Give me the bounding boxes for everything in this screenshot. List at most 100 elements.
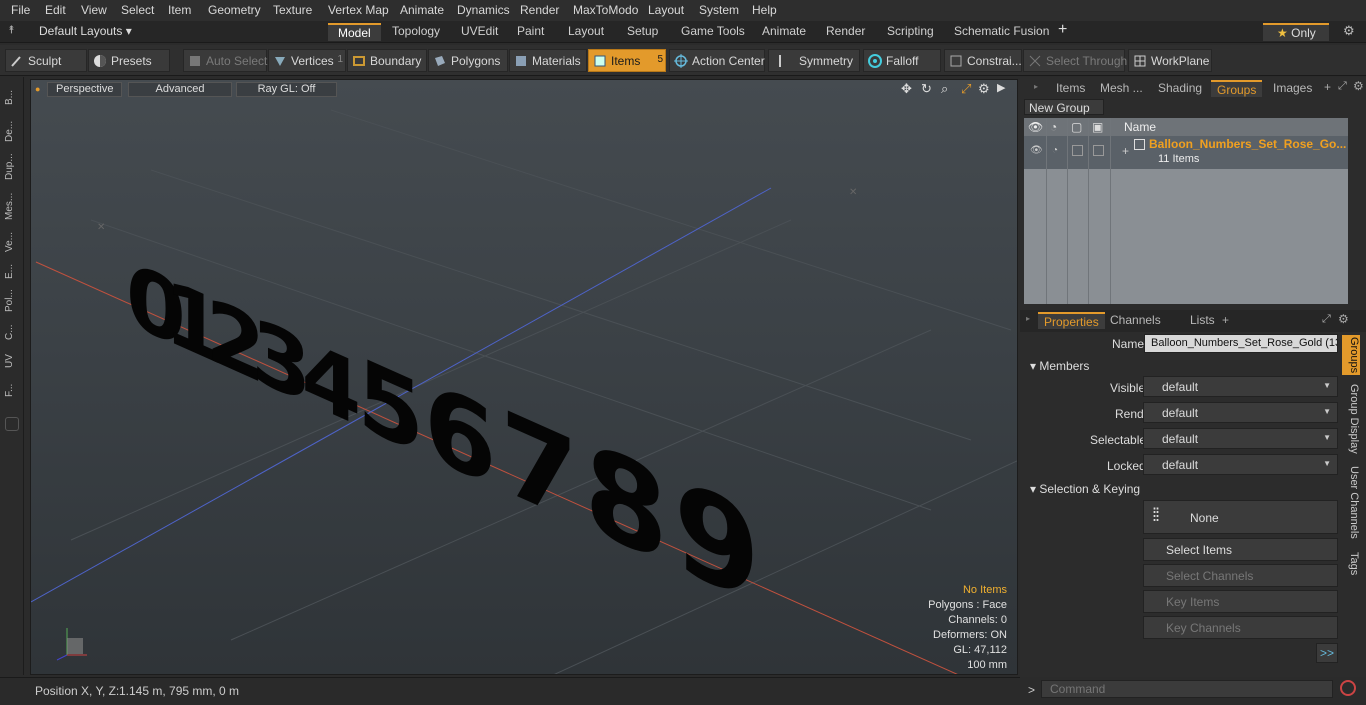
locked-dropdown[interactable]: default bbox=[1143, 454, 1338, 475]
vertices-button[interactable]: Vertices 1 bbox=[268, 49, 346, 72]
tab-scripting[interactable]: Scripting bbox=[877, 23, 944, 41]
tab-groups[interactable]: Groups bbox=[1211, 80, 1263, 97]
none-button[interactable]: ⁞⁞ None bbox=[1143, 500, 1338, 534]
tab-lists[interactable]: Lists bbox=[1184, 312, 1221, 329]
props-grip-icon[interactable]: ▸ bbox=[1026, 314, 1030, 323]
tab-model[interactable]: Model bbox=[328, 23, 381, 41]
menu-render[interactable]: Render bbox=[520, 3, 559, 17]
materials-button[interactable]: Materials bbox=[509, 49, 587, 72]
side-tab-tags[interactable]: Tags bbox=[1342, 547, 1360, 581]
command-input[interactable] bbox=[1041, 680, 1333, 698]
side-tab-user-channels[interactable]: User Channels bbox=[1342, 463, 1360, 541]
panel-grip-icon[interactable]: ▸ bbox=[1034, 82, 1038, 91]
key-items-button[interactable]: Key Items bbox=[1143, 590, 1338, 613]
polygons-button[interactable]: Polygons bbox=[428, 49, 508, 72]
menu-animate[interactable]: Animate bbox=[400, 3, 444, 17]
select-through-button[interactable]: Select Through bbox=[1023, 49, 1127, 72]
action-center-button[interactable]: Action Center bbox=[669, 49, 765, 72]
tab-game-tools[interactable]: Game Tools bbox=[671, 23, 755, 41]
3d-viewport[interactable]: ● Perspective Advanced Ray GL: Off ✥ ↻ ⌕… bbox=[30, 79, 1018, 675]
tab-channels[interactable]: Channels bbox=[1104, 312, 1167, 329]
tab-shading[interactable]: Shading bbox=[1152, 80, 1208, 97]
menu-maxtomodo[interactable]: MaxToModo bbox=[573, 3, 638, 17]
tab-layout[interactable]: Layout bbox=[558, 23, 614, 41]
menu-view[interactable]: View bbox=[81, 3, 107, 17]
menu-vertex-map[interactable]: Vertex Map bbox=[328, 3, 389, 17]
panel-expand-icon[interactable]: ⤢ bbox=[1338, 80, 1347, 93]
group-lock-icon[interactable]: ◔ bbox=[1052, 145, 1058, 156]
expand-group-icon[interactable]: + bbox=[1122, 144, 1129, 158]
selection-keying-section[interactable]: ▾ Selection & Keying bbox=[1030, 482, 1140, 496]
menu-help[interactable]: Help bbox=[752, 3, 777, 17]
tab-animate[interactable]: Animate bbox=[752, 23, 816, 41]
tab-properties[interactable]: Properties bbox=[1038, 312, 1105, 329]
render-dropdown[interactable]: default bbox=[1143, 402, 1338, 423]
workplane-button[interactable]: WorkPlane bbox=[1128, 49, 1212, 72]
tab-paint[interactable]: Paint bbox=[507, 23, 554, 41]
menu-system[interactable]: System bbox=[699, 3, 739, 17]
key-channels-button[interactable]: Key Channels bbox=[1143, 616, 1338, 639]
tab-items[interactable]: Items bbox=[1050, 80, 1091, 97]
group-row[interactable]: 👁 ◔ + Balloon_Numbers_Set_Rose_Go... 11 … bbox=[1024, 136, 1348, 169]
menu-layout[interactable]: Layout bbox=[648, 3, 684, 17]
left-tab-duplicate[interactable]: Dup... bbox=[4, 149, 20, 185]
left-tab-polygon[interactable]: Pol... bbox=[4, 285, 20, 317]
tab-setup[interactable]: Setup bbox=[617, 23, 668, 41]
only-toggle[interactable]: ★ Only bbox=[1263, 23, 1329, 41]
side-tab-group-display[interactable]: Group Display bbox=[1342, 381, 1360, 457]
symmetry-button[interactable]: Symmetry bbox=[768, 49, 860, 72]
selectable-dropdown[interactable]: default bbox=[1143, 428, 1338, 449]
left-tab-deform[interactable]: De... bbox=[4, 115, 20, 147]
left-tab-vertex[interactable]: Ve... bbox=[4, 227, 20, 257]
left-tab-fusion[interactable]: F... bbox=[4, 377, 20, 403]
group-type-icon bbox=[1134, 139, 1145, 150]
group-render-checkbox[interactable] bbox=[1072, 145, 1083, 156]
name-field[interactable]: Balloon_Numbers_Set_Rose_Gold (13) bbox=[1144, 334, 1338, 353]
add-tab-icon[interactable]: + bbox=[1058, 21, 1067, 39]
sculpt-button[interactable]: Sculpt bbox=[5, 49, 87, 72]
left-tab-curve[interactable]: C... bbox=[4, 319, 20, 345]
left-tab-edge[interactable]: E... bbox=[4, 259, 20, 283]
menu-geometry[interactable]: Geometry bbox=[208, 3, 261, 17]
boundary-button[interactable]: Boundary bbox=[347, 49, 427, 72]
side-tab-groups[interactable]: Groups bbox=[1342, 335, 1360, 375]
new-group-button[interactable]: New Group bbox=[1024, 99, 1104, 115]
add-props-tab-icon[interactable]: + bbox=[1222, 313, 1229, 327]
menu-edit[interactable]: Edit bbox=[45, 3, 66, 17]
layouts-dropdown[interactable]: Default Layouts ▾ bbox=[39, 24, 132, 38]
more-button[interactable]: >> bbox=[1316, 643, 1338, 663]
falloff-button[interactable]: Falloff bbox=[863, 49, 941, 72]
menu-file[interactable]: File bbox=[11, 3, 30, 17]
tab-images[interactable]: Images bbox=[1267, 80, 1318, 97]
members-section[interactable]: ▾ Members bbox=[1030, 359, 1089, 373]
menu-dynamics[interactable]: Dynamics bbox=[457, 3, 510, 17]
items-button[interactable]: Items 5 bbox=[588, 49, 666, 72]
add-panel-tab-icon[interactable]: + bbox=[1324, 80, 1331, 94]
panel-gear-icon[interactable]: ⚙ bbox=[1353, 79, 1364, 93]
group-visibility-icon[interactable]: 👁 bbox=[1030, 145, 1043, 156]
left-tab-uv[interactable]: UV bbox=[4, 347, 20, 375]
left-tab-extra-icon[interactable] bbox=[5, 417, 19, 431]
auto-select-button[interactable]: Auto Select bbox=[183, 49, 267, 72]
menu-select[interactable]: Select bbox=[121, 3, 154, 17]
menu-texture[interactable]: Texture bbox=[273, 3, 312, 17]
tab-uvedit[interactable]: UVEdit bbox=[451, 23, 508, 41]
group-select-checkbox[interactable] bbox=[1093, 145, 1104, 156]
left-tab-basic[interactable]: B... bbox=[4, 83, 20, 111]
presets-button[interactable]: Presets bbox=[88, 49, 170, 72]
collapse-icon[interactable]: ⯭ bbox=[8, 24, 15, 37]
constraints-button[interactable]: Constrai... bbox=[944, 49, 1022, 72]
visible-dropdown[interactable]: default bbox=[1143, 376, 1338, 397]
select-channels-button[interactable]: Select Channels bbox=[1143, 564, 1338, 587]
record-icon[interactable] bbox=[1340, 680, 1356, 696]
tab-mesh[interactable]: Mesh ... bbox=[1094, 80, 1149, 97]
tab-topology[interactable]: Topology bbox=[382, 23, 450, 41]
select-items-button[interactable]: Select Items bbox=[1143, 538, 1338, 561]
tab-schematic-fusion[interactable]: Schematic Fusion bbox=[944, 23, 1059, 41]
left-tab-mesh-edit[interactable]: Mes... bbox=[4, 187, 20, 225]
menu-item[interactable]: Item bbox=[168, 3, 191, 17]
props-gear-icon[interactable]: ⚙ bbox=[1338, 312, 1349, 326]
tab-render[interactable]: Render bbox=[816, 23, 875, 41]
props-expand-icon[interactable]: ⤢ bbox=[1322, 313, 1331, 326]
gear-icon[interactable]: ⚙ bbox=[1343, 23, 1355, 39]
